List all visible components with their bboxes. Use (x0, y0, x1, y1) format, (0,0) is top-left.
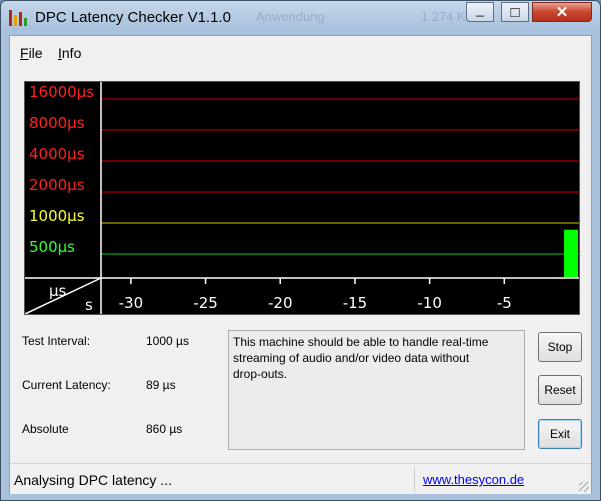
menu-file[interactable]: File (20, 45, 43, 61)
status-separator (414, 467, 415, 491)
menu-info[interactable]: Info (58, 45, 81, 61)
menu-info-label: nfo (61, 45, 82, 61)
message-line: streaming of audio and/or video data wit… (233, 351, 470, 365)
current-latency-value: 89 µs (146, 378, 176, 392)
y-tick-label: 2000µs (29, 176, 85, 194)
y-unit-label: µs (49, 282, 67, 300)
result-message-box: This machine should be able to handle re… (228, 330, 525, 450)
y-tick-label: 500µs (29, 238, 75, 256)
minimize-icon: _ (476, 2, 484, 17)
test-interval-label: Test Interval: (22, 334, 91, 348)
reset-button[interactable]: Reset (538, 375, 582, 405)
close-button[interactable]: ✕ (532, 2, 592, 22)
background-title-ghost: Anwendung (256, 9, 325, 24)
exit-button[interactable]: Exit (538, 419, 582, 449)
maximize-button[interactable]: □ (501, 2, 529, 22)
menu-bar: File Info (10, 36, 591, 66)
x-tick-label: -15 (343, 294, 368, 312)
latency-chart: 16000µs 8000µs 4000µs 2000µs 1000µs 500µs µs s -… (24, 81, 580, 315)
status-bar: Analysing DPC latency ... www.thesycon.d… (10, 463, 591, 494)
app-window: DPC Latency Checker V1.1.0 Anwendung 1.2… (0, 0, 601, 501)
message-line: This machine should be able to handle re… (233, 335, 489, 349)
latency-chart-svg: 16000µs 8000µs 4000µs 2000µs 1000µs 500µs µss -… (25, 82, 579, 314)
stop-button[interactable]: Stop (538, 332, 582, 362)
absolute-label: Absolute (22, 422, 69, 436)
x-tick-label: -5 (497, 294, 512, 312)
x-tick-label: -20 (268, 294, 293, 312)
minimize-button[interactable]: _ (466, 2, 494, 22)
client-area: File Info 16000µs 8000µs 4000µs 2000µs 1000µ… (9, 35, 592, 494)
latency-bar (564, 229, 578, 278)
maximize-icon: □ (510, 3, 520, 21)
x-tick-label: -25 (193, 294, 218, 312)
y-tick-label: 1000µs (29, 207, 85, 225)
x-tick-label: -10 (417, 294, 442, 312)
status-text: Analysing DPC latency ... (14, 472, 172, 488)
close-icon: ✕ (555, 4, 569, 21)
resize-grip[interactable] (579, 482, 589, 492)
message-line: drop-outs. (233, 367, 288, 381)
app-bars-icon (9, 10, 27, 26)
y-tick-label: 4000µs (29, 145, 85, 163)
test-interval-value: 1000 µs (146, 334, 189, 348)
menu-file-mnemonic: F (20, 45, 29, 61)
menu-file-label: ile (28, 45, 43, 61)
website-link[interactable]: www.thesycon.de (423, 472, 524, 487)
y-tick-label: 16000µs (29, 83, 94, 101)
absolute-value: 860 µs (146, 422, 183, 436)
x-unit-label: s (85, 296, 93, 314)
title-bar[interactable]: DPC Latency Checker V1.1.0 Anwendung 1.2… (1, 1, 600, 35)
window-title: DPC Latency Checker V1.1.0 (35, 9, 231, 26)
current-latency-label: Current Latency: (22, 378, 111, 392)
y-tick-label: 8000µs (29, 114, 85, 132)
x-tick-label: -30 (119, 294, 144, 312)
